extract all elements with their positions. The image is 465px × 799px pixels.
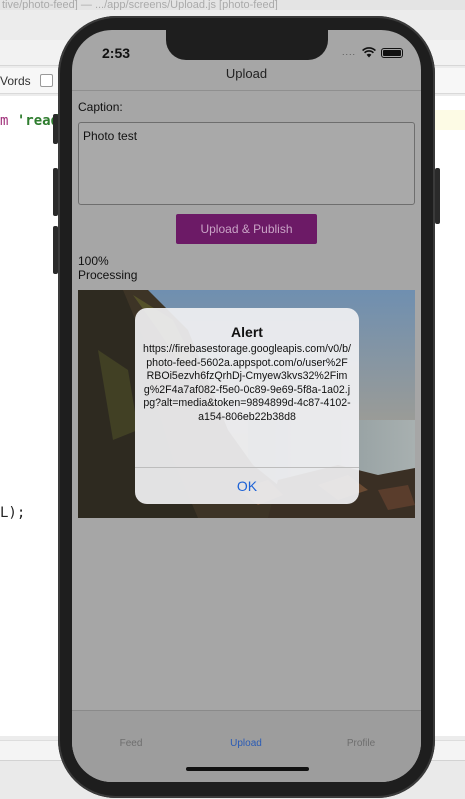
tab-upload[interactable]: Upload	[196, 738, 296, 749]
tab-bar: Feed Upload Profile	[72, 710, 421, 782]
caption-label: Caption:	[78, 100, 123, 114]
upload-status: Processing	[78, 268, 138, 282]
phone-notch	[166, 30, 328, 60]
wifi-icon	[362, 47, 376, 58]
words-label: Vords	[0, 74, 31, 88]
code-line: m 'read	[0, 113, 59, 129]
page-title: Upload	[225, 66, 268, 81]
line-highlight	[435, 110, 465, 130]
power-button	[435, 168, 440, 224]
upload-publish-button[interactable]: Upload & Publish	[176, 214, 317, 244]
code-line: L);	[0, 505, 26, 521]
volume-down-button	[53, 226, 58, 274]
mute-switch	[53, 114, 58, 144]
status-time: 2:53	[102, 45, 131, 61]
alert-message: https://firebasestorage.googleapis.com/v…	[143, 343, 351, 423]
editor-title: tive/photo-feed] — .../app/screens/Uploa…	[0, 0, 465, 10]
home-indicator[interactable]	[186, 767, 309, 771]
alert-title: Alert	[231, 324, 263, 340]
app-screen: 2:53 .... Upload Caption: Photo test Upl…	[72, 30, 421, 782]
alert-dialog: Alert https://firebasestorage.googleapis…	[135, 308, 359, 504]
alert-ok-button[interactable]: OK	[135, 468, 359, 504]
tab-profile[interactable]: Profile	[311, 738, 411, 749]
nav-divider	[72, 90, 421, 91]
caption-input[interactable]: Photo test	[78, 122, 415, 205]
upload-progress: 100%	[78, 254, 109, 268]
volume-up-button	[53, 168, 58, 216]
words-checkbox[interactable]	[40, 74, 53, 87]
signal-icon: ....	[342, 47, 357, 57]
battery-icon	[381, 48, 403, 58]
tab-feed[interactable]: Feed	[81, 738, 181, 749]
code-keyword: m	[0, 113, 17, 129]
